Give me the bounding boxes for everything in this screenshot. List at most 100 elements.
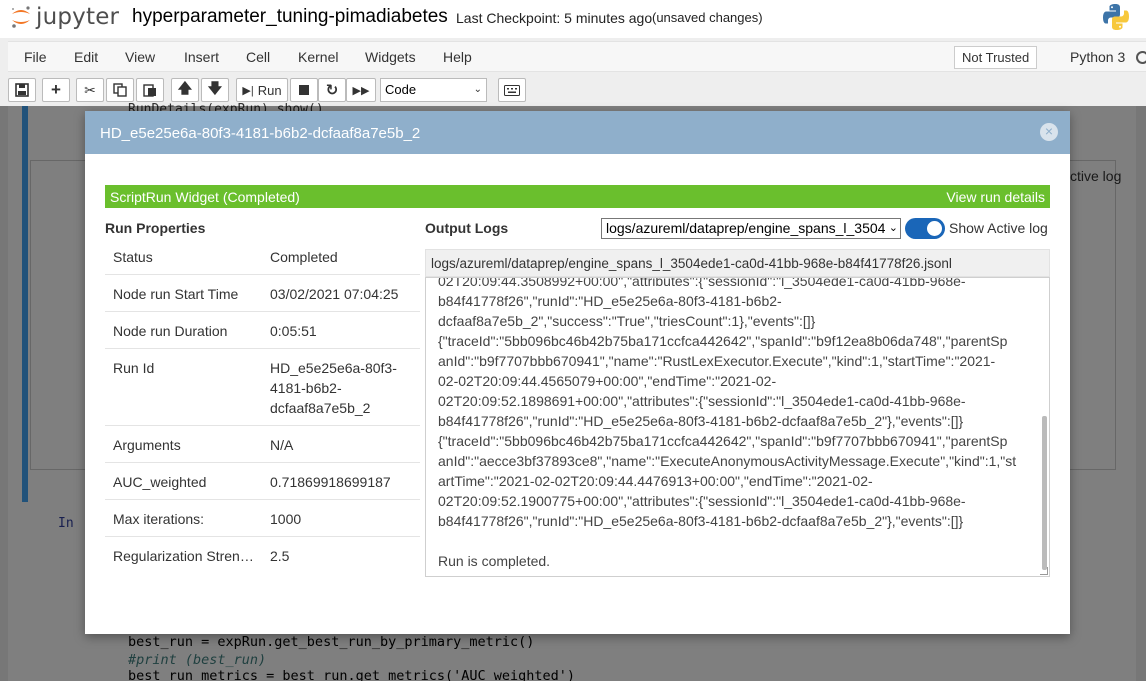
keyboard-icon [504,84,520,96]
log-line: 02-02T20:09:44.4565079+00:00","endTime":… [438,373,777,389]
property-key: Node run Start Time [113,286,239,302]
property-value: N/A [270,437,294,453]
notebook-name[interactable]: hyperparameter_tuning-pimadiabetes [132,6,448,28]
log-file-select[interactable]: logs/azureml/dataprep/engine_spans_l_350… [601,218,901,239]
plus-icon: + [51,80,61,99]
command-palette-button[interactable] [498,78,526,102]
copy-icon [113,83,127,97]
menu-view[interactable]: View [125,49,155,65]
menubar: File Edit View Insert Cell Kernel Widget… [8,41,1146,72]
run-details-modal: HD_e5e25e6a-80f3-4181-b6b2-dcfaaf8a7e5b_… [85,111,1070,634]
log-line: anId":"aecce3bf37893ce8","name":"Execute… [438,453,1017,469]
modal-title: HD_e5e25e6a-80f3-4181-b6b2-dcfaaf8a7e5b_… [100,125,421,142]
paste-button[interactable] [136,78,164,102]
jupyter-logo-icon [12,6,30,28]
menu-insert[interactable]: Insert [184,49,219,65]
property-key: Node run Duration [113,323,228,339]
log-line: b84f41778f26","runId":"HD_e5e25e6a-80f3-… [438,513,964,529]
property-row: Status Completed [105,238,420,275]
move-down-button[interactable]: 🡇 [201,78,229,102]
property-key: Run Id [113,360,155,376]
property-row: Regularization Stren… 2.5 [105,537,420,574]
log-line: b84f41778f26","runId":"HD_e5e25e6a-80f3-… [438,293,782,309]
interrupt-kernel-button[interactable] [290,78,318,102]
log-line: 02T20:09:52.1900775+00:00","attributes":… [438,493,966,509]
property-value: 1000 [270,511,302,527]
save-icon [15,83,29,97]
run-button[interactable]: ▶| Run [236,78,288,102]
checkpoint-status: Last Checkpoint: 5 minutes ago [456,10,653,26]
menu-edit[interactable]: Edit [74,49,98,65]
menu-cell[interactable]: Cell [246,49,270,65]
move-up-button[interactable]: 🡅 [171,78,199,102]
log-output[interactable]: 02T20:09:44.3508992+00:00","attributes":… [425,277,1050,577]
show-active-log-toggle[interactable] [905,218,945,239]
refresh-icon: ↻ [325,82,339,99]
resize-handle-icon[interactable] [1040,567,1048,575]
output-logs-title: Output Logs [425,220,509,236]
insert-cell-button[interactable]: + [42,78,70,102]
fast-forward-icon: ▶▶ [352,84,370,97]
log-line: 02T20:09:52.1898691+00:00","attributes":… [438,393,966,409]
property-key: Max iterations: [113,511,205,527]
kernel-name: Python 3 [1070,49,1126,65]
property-value: HD_e5e25e6a-80f3-4181-b6b2-dcfaaf8a7e5b_… [270,360,397,416]
close-icon[interactable]: × [1040,123,1058,141]
arrow-down-icon: 🡇 [207,80,223,96]
save-button[interactable] [8,78,36,102]
notebook-header: jupyter hyperparameter_tuning-pimadiabet… [0,0,1146,38]
menu-file[interactable]: File [24,49,47,65]
log-line: b84f41778f26","runId":"HD_e5e25e6a-80f3-… [438,413,964,429]
menu-help[interactable]: Help [443,49,472,65]
property-row: AUC_weighted 0.71869918699187 [105,463,420,500]
unsaved-status: (unsaved changes) [652,10,763,25]
step-forward-icon: ▶| [242,84,254,97]
property-row: Arguments N/A [105,426,420,463]
jupyter-logo-text: jupyter [36,4,120,30]
menu-widgets[interactable]: Widgets [365,49,416,65]
copy-button[interactable] [106,78,134,102]
cut-button[interactable]: ✂ [76,78,104,102]
log-line: {"traceId":"5bb096bc46b42b75ba171ccfca44… [438,333,1008,349]
property-key: Status [113,249,153,265]
log-line: dcfaaf8a7e5b_2","success":"True","triesC… [438,313,816,329]
widget-status-bar: ScriptRun Widget (Completed) View run de… [105,185,1050,208]
scissors-icon: ✂ [84,81,96,98]
log-scrollbar[interactable] [1042,416,1047,570]
run-properties-table: Status Completed Node run Start Time 03/… [105,238,420,574]
log-line: 02T20:09:44.3508992+00:00","attributes":… [438,277,966,289]
jupyter-logo[interactable]: jupyter [10,2,119,32]
paste-icon [143,84,156,97]
log-status-line: Run is completed. [438,553,551,569]
property-key: AUC_weighted [113,474,207,490]
kernel-status-icon [1136,51,1146,64]
trust-button[interactable]: Not Trusted [954,46,1038,69]
restart-run-all-button[interactable]: ▶▶ [346,78,376,102]
log-line: artTime":"2021-02-02T20:09:44.4476913+00… [438,473,873,489]
property-value: 03/02/2021 07:04:25 [270,286,399,302]
property-key: Arguments [113,437,181,453]
property-value: Completed [270,249,338,265]
cell-type-value: Code [385,82,417,97]
property-value: 2.5 [270,548,290,564]
run-properties-title: Run Properties [105,220,206,236]
cell-type-select[interactable]: Code ⌄ [380,78,487,102]
widget-title: ScriptRun Widget (Completed) [110,189,300,205]
property-value: 0.71869918699187 [270,474,391,490]
stop-icon [299,85,309,95]
property-row: Run Id HD_e5e25e6a-80f3-4181-b6b2-dcfaaf… [105,349,420,426]
chevron-down-icon: ⌄ [886,219,898,238]
menu-kernel[interactable]: Kernel [298,49,338,65]
log-line: {"traceId":"5bb096bc46b42b75ba171ccfca44… [438,433,1008,449]
log-file-select-value: logs/azureml/dataprep/engine_spans_l_350… [606,220,886,236]
python-logo-icon [1103,4,1129,30]
property-key: Regularization Stren… [113,548,254,564]
log-path-bar: logs/azureml/dataprep/engine_spans_l_350… [425,249,1050,277]
run-button-label: Run [257,82,282,98]
modal-header: HD_e5e25e6a-80f3-4181-b6b2-dcfaaf8a7e5b_… [85,111,1070,154]
property-row: Node run Start Time 03/02/2021 07:04:25 [105,275,420,312]
view-run-details-link[interactable]: View run details [946,189,1045,205]
property-value: 0:05:51 [270,323,317,339]
restart-kernel-button[interactable]: ↻ [318,78,346,102]
